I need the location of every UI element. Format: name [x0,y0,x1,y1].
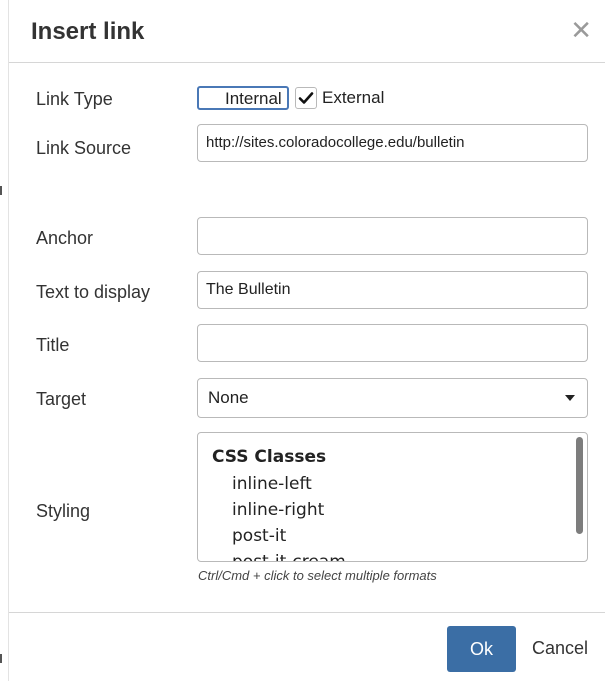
title-input[interactable] [197,324,588,362]
dialog-header: Insert link ✕ [9,0,605,63]
ok-button[interactable]: Ok [447,626,516,672]
chevron-down-icon [565,395,575,401]
external-label: External [322,88,385,107]
internal-label: Internal [225,89,282,108]
text-to-display-input[interactable]: The Bulletin [197,271,588,309]
link-source-label: Link Source [36,138,132,158]
styling-option[interactable]: post-it-cream [212,552,346,561]
styling-scrollbar[interactable] [576,437,583,534]
internal-checkbox[interactable]: Internal [197,86,289,110]
external-checkbox[interactable] [295,87,317,109]
anchor-label: Anchor [36,228,94,248]
title-label: Title [36,335,70,355]
target-select[interactable]: None [197,378,588,418]
dialog-title: Insert link [31,18,145,45]
target-selected-value: None [208,388,249,407]
styling-list: CSS Classes inline-left inline-right pos… [212,447,346,561]
styling-option[interactable]: post-it [212,526,346,552]
close-icon[interactable]: ✕ [570,17,592,43]
styling-listbox[interactable]: CSS Classes inline-left inline-right pos… [197,432,588,562]
insert-link-dialog: Insert link ✕ Link Type Internal Externa… [8,0,605,681]
target-label: Target [36,389,87,409]
css-classes-group-header: CSS Classes [212,447,327,467]
styling-hint: Ctrl/Cmd + click to select multiple form… [198,568,437,583]
page-edge-mark [0,654,2,663]
text-to-display-label: Text to display [36,282,151,302]
page-edge-mark [0,186,2,195]
checkbox-box [201,89,221,107]
styling-option[interactable]: inline-left [212,474,346,500]
styling-option[interactable]: inline-right [212,500,346,526]
styling-label: Styling [36,501,91,521]
link-type-label: Link Type [36,89,113,109]
link-source-input[interactable]: http://sites.coloradocollege.edu/bulleti… [197,124,588,162]
cancel-button[interactable]: Cancel [532,638,588,659]
anchor-input[interactable] [197,217,588,255]
checkmark-icon [298,92,314,104]
